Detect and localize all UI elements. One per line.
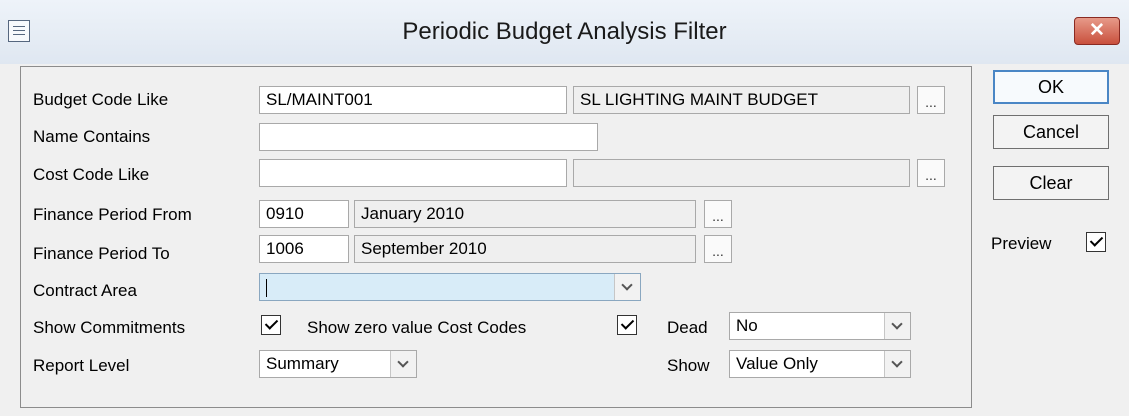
contract-area-select[interactable] [259,273,641,301]
dead-select[interactable]: No [729,312,911,340]
budget-code-input[interactable]: SL/MAINT001 [259,86,567,114]
finance-period-from-description: January 2010 [354,200,696,228]
budget-code-description: SL LIGHTING MAINT BUDGET [573,86,910,114]
checkmark-icon [1089,233,1104,247]
contract-area-label: Contract Area [33,281,137,300]
close-icon: ✕ [1089,20,1105,41]
show-commitments-label: Show Commitments [33,318,186,337]
cost-code-input[interactable] [259,159,567,187]
chevron-down-icon [891,356,903,368]
finance-period-from-input[interactable]: 0910 [259,200,349,228]
text-cursor [266,278,267,297]
finance-period-from-lookup-button[interactable]: ... [704,200,732,228]
cost-code-lookup-button[interactable]: ... [917,159,945,187]
budget-code-lookup-button[interactable]: ... [917,86,945,114]
finance-period-to-label: Finance Period To [33,244,170,263]
checkmark-icon [264,316,279,330]
name-contains-label: Name Contains [33,127,151,146]
report-level-label: Report Level [33,356,130,375]
report-level-select[interactable]: Summary [259,350,417,378]
cost-code-label: Cost Code Like [33,165,150,184]
show-label: Show [667,356,710,375]
cost-code-description [573,159,910,187]
finance-period-to-description: September 2010 [354,235,696,263]
dead-dropdown-button[interactable] [884,313,910,339]
chevron-down-icon [891,318,903,330]
dead-value: No [736,316,758,335]
show-value: Value Only [736,354,818,373]
clear-button[interactable]: Clear [993,166,1109,200]
finance-period-to-lookup-button[interactable]: ... [704,235,732,263]
chevron-down-icon [397,356,409,368]
report-level-value: Summary [266,354,339,373]
finance-period-to-input[interactable]: 1006 [259,235,349,263]
dead-label: Dead [667,318,708,337]
show-zero-value-label: Show zero value Cost Codes [307,318,527,337]
show-zero-value-checkbox[interactable] [617,315,637,335]
preview-checkbox[interactable] [1086,232,1106,252]
contract-area-dropdown-button[interactable] [614,274,640,300]
window-title: Periodic Budget Analysis Filter [402,18,727,45]
chevron-down-icon [621,279,633,291]
close-button[interactable]: ✕ [1074,17,1120,45]
report-level-dropdown-button[interactable] [390,351,416,377]
show-commitments-checkbox[interactable] [261,315,281,335]
ok-button[interactable]: OK [993,70,1109,104]
show-select[interactable]: Value Only [729,350,911,378]
name-contains-input[interactable] [259,123,598,151]
cancel-button[interactable]: Cancel [993,115,1109,149]
show-dropdown-button[interactable] [884,351,910,377]
budget-code-label: Budget Code Like [33,90,169,109]
preview-label: Preview [991,234,1052,253]
title-bar: Periodic Budget Analysis Filter ✕ [0,0,1129,64]
finance-period-from-label: Finance Period From [33,205,192,224]
checkmark-icon [620,316,635,330]
